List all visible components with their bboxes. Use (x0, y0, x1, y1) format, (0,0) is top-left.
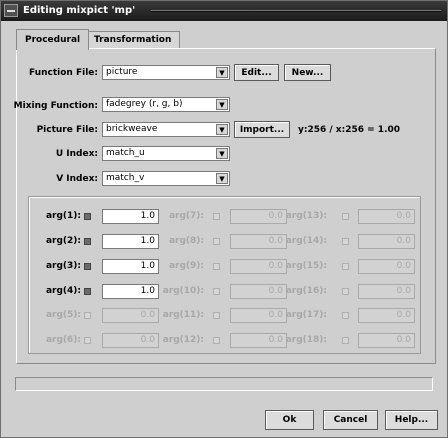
chevron-down-icon[interactable]: ▼ (216, 124, 228, 135)
arg-9-toggle[interactable] (213, 263, 220, 270)
arg-11-input[interactable]: 0.0 (230, 308, 287, 323)
ok-button[interactable]: Ok (265, 410, 314, 430)
arg-2-label: arg(2): (45, 236, 81, 246)
arg-3-label: arg(3): (45, 261, 81, 271)
arg-5-input[interactable]: 0.0 (102, 308, 159, 323)
arg-18-label: arg(18): (285, 335, 327, 345)
arg-13-toggle[interactable] (342, 213, 349, 220)
u-index-label: U Index: (55, 149, 98, 159)
arg-12-label: arg(12): (162, 335, 204, 345)
arg-10-toggle[interactable] (213, 288, 220, 295)
edit-button[interactable]: Edit... (234, 64, 279, 81)
function-file-label: Function File: (29, 68, 98, 78)
arg-9-label: arg(9): (168, 261, 204, 271)
arg-6-toggle[interactable] (84, 337, 91, 344)
arg-4-label: arg(4): (45, 286, 81, 296)
arg-11-toggle[interactable] (213, 312, 220, 319)
arg-3-toggle[interactable] (84, 263, 91, 270)
picture-file-label: Picture File: (36, 125, 98, 135)
arg-13-input[interactable]: 0.0 (358, 209, 415, 224)
help-button[interactable]: Help... (385, 410, 438, 430)
arg-7-label: arg(7): (168, 211, 204, 221)
chevron-down-icon[interactable]: ▼ (216, 67, 228, 78)
arg-14-label: arg(14): (285, 236, 327, 246)
new-button[interactable]: New... (284, 64, 331, 81)
import-button[interactable]: Import... (234, 121, 290, 138)
dialog-window: Editing mixpict 'mp' Procedural Transfor… (0, 0, 448, 438)
tab-transformation[interactable]: Transformation (85, 31, 181, 49)
v-index-value: match_v (106, 173, 145, 183)
arg-11-label: arg(11): (162, 310, 204, 320)
arg-15-input[interactable]: 0.0 (358, 259, 415, 274)
arg-18-toggle[interactable] (342, 337, 349, 344)
arg-9-input[interactable]: 0.0 (230, 259, 287, 274)
arg-17-label: arg(17): (285, 310, 327, 320)
tab-procedural[interactable]: Procedural (16, 29, 90, 50)
arg-1-toggle[interactable] (84, 213, 91, 220)
arg-8-toggle[interactable] (213, 238, 220, 245)
arg-18-input[interactable]: 0.0 (358, 333, 415, 348)
chevron-down-icon[interactable]: ▼ (216, 173, 228, 184)
arg-16-label: arg(16): (285, 286, 327, 296)
arg-2-input[interactable]: 1.0 (102, 234, 159, 249)
arg-14-input[interactable]: 0.0 (358, 234, 415, 249)
arg-13-label: arg(13): (285, 211, 327, 221)
picture-file-value: brickweave (106, 124, 158, 134)
arg-17-toggle[interactable] (342, 312, 349, 319)
arg-1-input[interactable]: 1.0 (102, 209, 159, 224)
arg-5-label: arg(5): (45, 310, 81, 320)
picture-info: y:256 / x:256 = 1.00 (298, 125, 401, 135)
picture-file-select[interactable]: brickweave ▼ (102, 122, 230, 137)
arg-10-label: arg(10): (162, 286, 204, 296)
title-bar[interactable]: Editing mixpict 'mp' (1, 1, 447, 21)
arg-15-label: arg(15): (285, 261, 327, 271)
function-file-value: picture (106, 67, 138, 77)
arg-12-input[interactable]: 0.0 (230, 333, 287, 348)
mixing-function-select[interactable]: fadegrey (r, g, b) ▼ (102, 97, 230, 112)
arg-10-input[interactable]: 0.0 (230, 284, 287, 299)
chevron-down-icon[interactable]: ▼ (216, 99, 228, 110)
cancel-button[interactable]: Cancel (323, 410, 378, 430)
arg-8-input[interactable]: 0.0 (230, 234, 287, 249)
arg-5-toggle[interactable] (84, 312, 91, 319)
arg-6-label: arg(6): (45, 335, 81, 345)
u-index-select[interactable]: match_u ▼ (102, 146, 230, 161)
arg-7-toggle[interactable] (213, 213, 220, 220)
mixing-function-value: fadegrey (r, g, b) (106, 99, 183, 109)
arg-16-input[interactable]: 0.0 (358, 284, 415, 299)
arg-4-input[interactable]: 1.0 (102, 284, 159, 299)
minimize-icon[interactable] (4, 4, 18, 17)
arg-12-toggle[interactable] (213, 337, 220, 344)
title-bar-rule (151, 10, 441, 12)
arg-8-label: arg(8): (168, 236, 204, 246)
arg-1-label: arg(1): (45, 211, 81, 221)
arg-17-input[interactable]: 0.0 (358, 308, 415, 323)
v-index-label: V Index: (56, 174, 98, 184)
mixing-function-label: Mixing Function: (13, 101, 98, 111)
arg-2-toggle[interactable] (84, 238, 91, 245)
arg-4-toggle[interactable] (84, 288, 91, 295)
arg-7-input[interactable]: 0.0 (230, 209, 287, 224)
arg-3-input[interactable]: 1.0 (102, 259, 159, 274)
window-title: Editing mixpict 'mp' (23, 5, 136, 16)
arg-14-toggle[interactable] (342, 238, 349, 245)
u-index-value: match_u (106, 148, 145, 158)
arg-6-input[interactable]: 0.0 (102, 333, 159, 348)
function-file-select[interactable]: picture ▼ (102, 65, 230, 80)
arg-16-toggle[interactable] (342, 288, 349, 295)
arg-15-toggle[interactable] (342, 263, 349, 270)
status-bar (15, 377, 433, 391)
v-index-select[interactable]: match_v ▼ (102, 171, 230, 186)
chevron-down-icon[interactable]: ▼ (216, 148, 228, 159)
